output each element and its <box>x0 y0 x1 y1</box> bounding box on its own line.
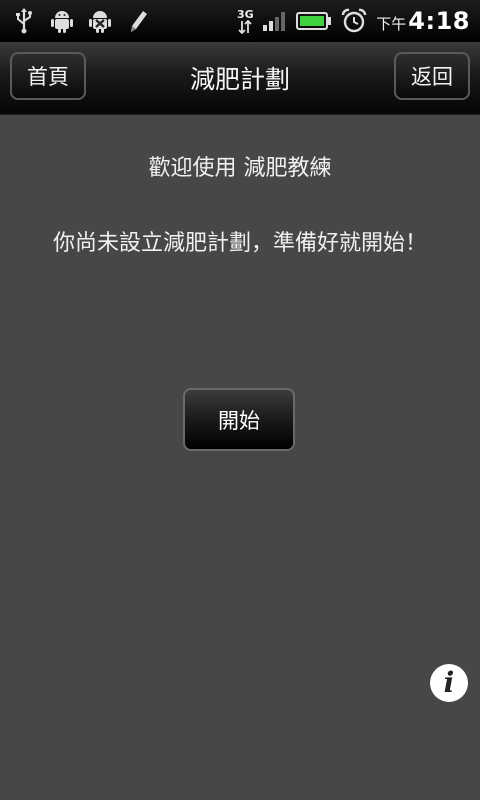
alarm-clock-icon <box>340 8 368 34</box>
info-icon[interactable]: i <box>430 664 468 702</box>
clock-period: 下午 <box>376 15 407 33</box>
no-plan-notice: 你尚未設立減肥計劃，準備好就開始！ <box>52 231 427 256</box>
system-status: 3G 下午 4:18 <box>236 7 480 35</box>
clock: 下午 4:18 <box>376 7 470 35</box>
status-bar: 3G 下午 4:18 <box>0 0 480 42</box>
title-bar: 首頁 減肥計劃 返回 <box>0 42 480 115</box>
signal-bars-icon <box>262 8 288 34</box>
clock-time: 4:18 <box>408 7 470 35</box>
back-button[interactable]: 返回 <box>394 52 470 100</box>
android-debug-icon <box>50 8 74 34</box>
android-blocked-icon <box>88 8 112 34</box>
welcome-text: 歡迎使用 減肥教練 <box>148 156 332 181</box>
pencil-icon <box>126 8 150 34</box>
network-type-label: 3G <box>236 7 254 21</box>
network-indicator: 3G <box>236 9 254 34</box>
home-button[interactable]: 首頁 <box>10 52 86 100</box>
usb-icon <box>12 8 36 34</box>
data-arrows-icon <box>238 19 252 34</box>
start-button[interactable]: 開始 <box>183 388 295 451</box>
notification-icons <box>0 8 150 34</box>
info-glyph: i <box>443 666 455 699</box>
battery-icon <box>296 8 332 34</box>
page-title: 減肥計劃 <box>189 65 290 94</box>
